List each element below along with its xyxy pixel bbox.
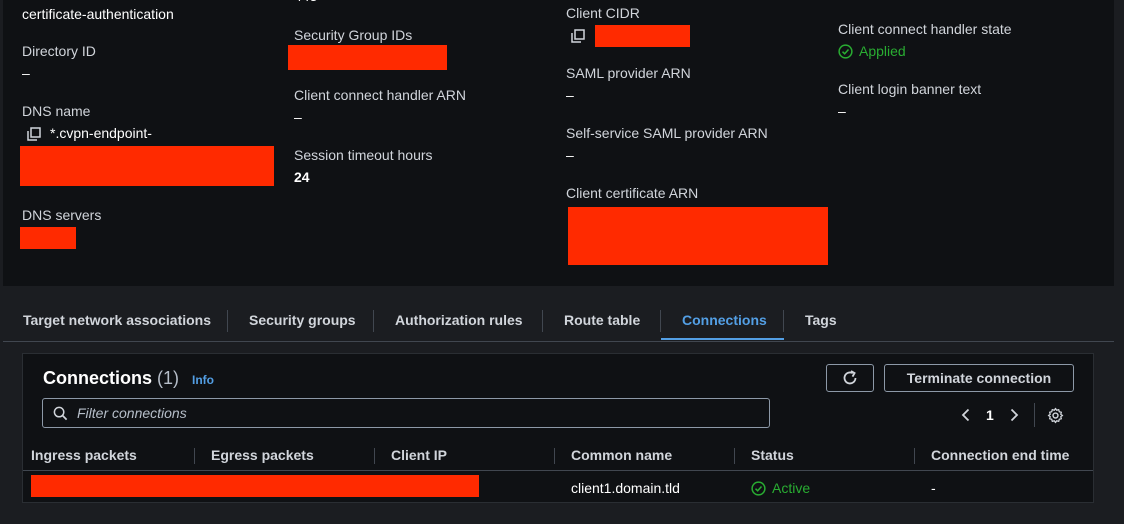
info-link[interactable]: Info (192, 373, 214, 387)
self-service-saml-value: – (566, 147, 574, 163)
tab-authorization-rules[interactable]: Authorization rules (395, 312, 523, 328)
redacted-dns-servers (20, 227, 76, 249)
session-timeout-value: 24 (294, 169, 310, 185)
tab-tags[interactable]: Tags (805, 312, 837, 328)
column-header-status[interactable]: Status (751, 447, 794, 463)
check-circle-icon (838, 43, 853, 59)
session-timeout-label: Session timeout hours (294, 147, 433, 163)
redacted-client-cidr (595, 25, 690, 47)
endpoint-details-panel: certificate-authentication Directory ID … (3, 0, 1114, 286)
filter-connections-box (42, 398, 770, 428)
connections-count: (1) (157, 368, 180, 388)
client-connect-handler-arn-value: – (294, 109, 302, 125)
status-cell: Active (751, 480, 810, 496)
column-separator (734, 448, 735, 464)
tab-separator (660, 310, 661, 332)
filter-connections-input[interactable] (77, 405, 757, 421)
common-name-cell: client1.domain.tld (571, 480, 680, 496)
gear-icon[interactable] (1047, 407, 1064, 424)
handler-state-label: Client connect handler state (838, 21, 1012, 37)
dns-servers-label: DNS servers (22, 207, 102, 223)
search-icon (53, 406, 68, 420)
tab-connections[interactable]: Connections (682, 312, 767, 328)
pagination: 1 (958, 403, 1064, 427)
client-cidr-label: Client CIDR (566, 5, 640, 21)
connection-end-time-cell: - (931, 480, 936, 496)
refresh-button[interactable] (826, 364, 874, 392)
partial-port-value: 443 (294, 0, 317, 4)
tab-route-table[interactable]: Route table (564, 312, 640, 328)
column-header-connection-end-time[interactable]: Connection end time (931, 447, 1069, 463)
tab-separator (227, 310, 228, 332)
handler-state-value: Applied (838, 43, 906, 59)
column-header-egress-packets[interactable]: Egress packets (211, 447, 314, 463)
connections-title: Connections (1) (43, 368, 179, 389)
tab-security-groups[interactable]: Security groups (249, 312, 356, 328)
column-header-ingress-packets[interactable]: Ingress packets (31, 447, 137, 463)
authentication-value: certificate-authentication (22, 6, 174, 22)
current-page-number[interactable]: 1 (986, 407, 994, 423)
login-banner-value: – (838, 103, 846, 119)
connections-title-text: Connections (43, 368, 153, 388)
directory-id-value: – (22, 65, 30, 81)
redacted-row-cells (31, 475, 479, 497)
connections-panel: Connections (1) Info Terminate connectio… (22, 353, 1094, 503)
tabs-divider (3, 341, 1114, 342)
login-banner-label: Client login banner text (838, 81, 982, 97)
redacted-dns-name (20, 146, 274, 186)
tab-separator (783, 310, 784, 332)
check-circle-icon (751, 480, 766, 496)
tab-target-network-associations[interactable]: Target network associations (23, 312, 211, 328)
dns-name-value: *.cvpn-endpoint- (50, 125, 152, 141)
column-separator (374, 448, 375, 464)
column-separator (554, 448, 555, 464)
copy-icon[interactable] (571, 29, 585, 43)
directory-id-label: Directory ID (22, 43, 96, 59)
saml-provider-arn-label: SAML provider ARN (566, 65, 691, 81)
tabs-bar: Target network associations Security gro… (3, 300, 1114, 342)
client-certificate-arn-label: Client certificate ARN (566, 185, 699, 201)
self-service-saml-label: Self-service SAML provider ARN (566, 125, 768, 141)
partial-value-clip: 443 (294, 0, 334, 4)
active-tab-indicator (661, 338, 784, 340)
redacted-client-certificate-arn (568, 207, 828, 265)
column-separator (194, 448, 195, 464)
column-separator (914, 448, 915, 464)
dns-name-label: DNS name (22, 103, 91, 119)
copy-icon[interactable] (27, 127, 41, 141)
security-group-ids-label: Security Group IDs (294, 27, 413, 43)
chevron-right-icon[interactable] (1006, 407, 1022, 423)
column-header-common-name[interactable]: Common name (571, 447, 672, 463)
saml-provider-arn-value: – (566, 87, 574, 103)
pager-separator (1033, 403, 1035, 427)
terminate-connection-button[interactable]: Terminate connection (884, 364, 1074, 392)
tab-separator (542, 310, 543, 332)
chevron-left-icon[interactable] (958, 407, 974, 423)
column-header-client-ip[interactable]: Client IP (391, 447, 447, 463)
client-connect-handler-arn-label: Client connect handler ARN (294, 87, 466, 103)
refresh-icon (843, 370, 857, 385)
handler-state-text: Applied (859, 43, 906, 59)
redacted-security-group-ids (288, 45, 447, 70)
status-text: Active (772, 480, 811, 496)
tab-separator (373, 310, 374, 332)
table-header-divider (23, 470, 1093, 471)
